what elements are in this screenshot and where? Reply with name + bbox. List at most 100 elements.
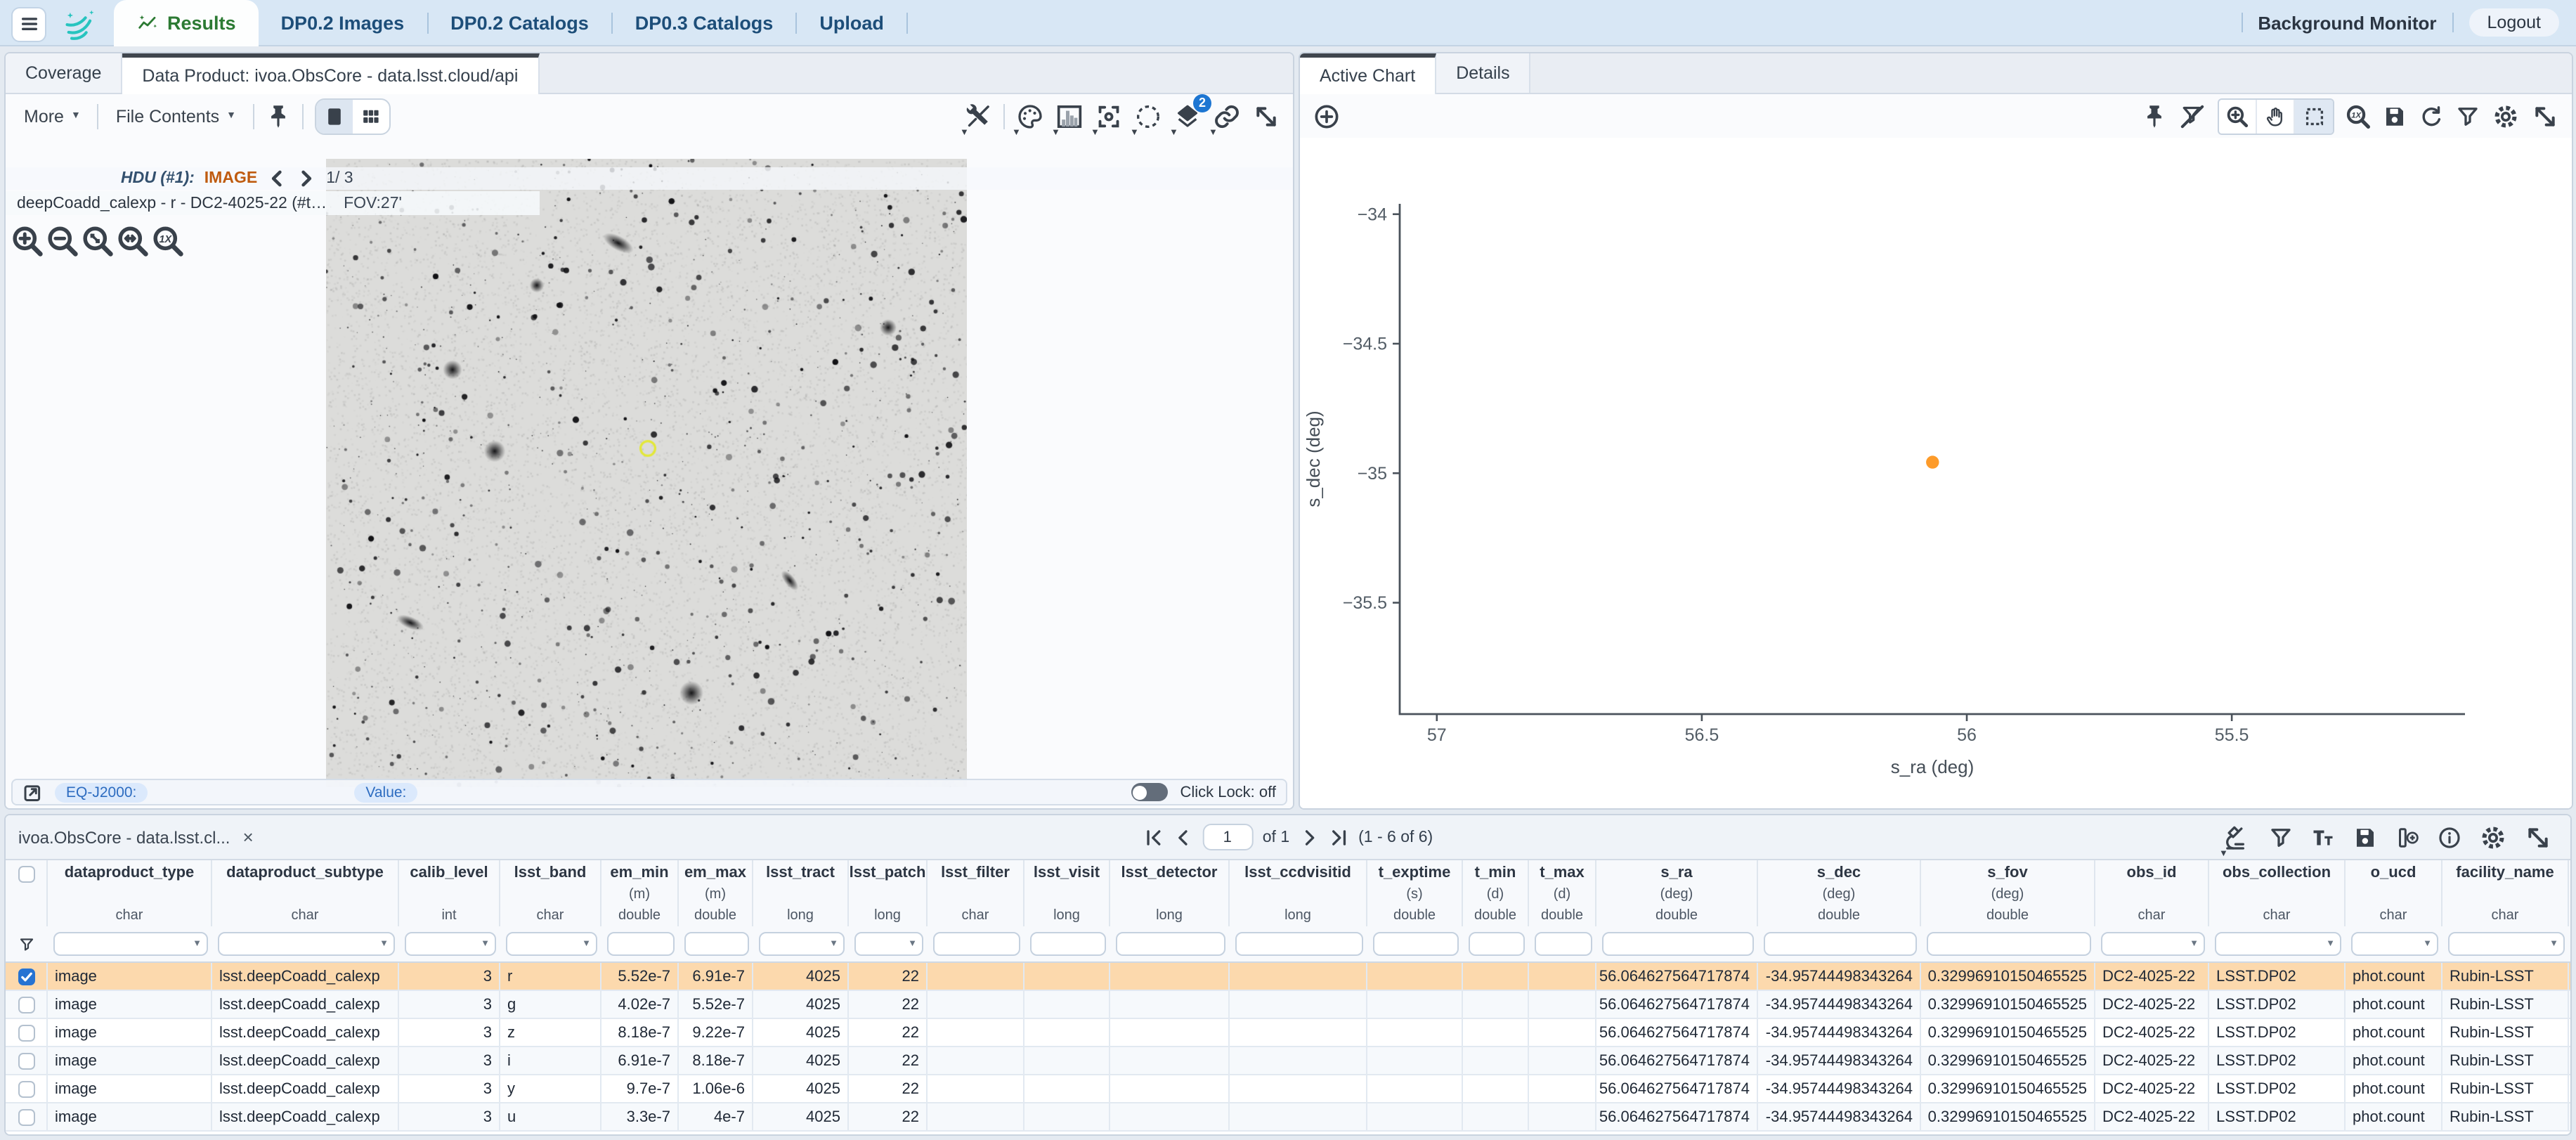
single-view-button[interactable] [316,99,353,133]
filter-input-facility_name[interactable]: ▼ [2447,932,2564,956]
table-settings-button[interactable] [2479,823,2507,851]
table-row[interactable]: image lsst.deepCoadd_calexp 3 r 5.52e-7 6.91e… [6,963,2570,991]
page-number-input[interactable] [1202,824,1253,850]
filter-input-calib_level[interactable]: ▼ [404,932,495,956]
expand-readout-icon[interactable] [22,782,42,802]
layers-button[interactable]: 2 [1173,102,1202,130]
logout-button[interactable]: Logout [2469,8,2559,37]
filter-input-lsst_ccdvisitid[interactable] [1235,932,1362,956]
column-header-t_min[interactable]: t_min (d) double [1463,860,1529,926]
stretch-button[interactable] [1055,102,1084,130]
filter-input-dataproduct_subtype[interactable]: ▼ [217,932,394,956]
column-header-lsst_filter[interactable]: lsst_filter char [928,860,1024,926]
column-header-lsst_patch[interactable]: lsst_patch long [849,860,928,926]
table-row[interactable]: image lsst.deepCoadd_calexp 3 z 8.18e-7 9.22e… [6,1019,2570,1047]
color-palette-button[interactable] [1016,102,1044,130]
filter-input-obs_id[interactable]: ▼ [2100,932,2204,956]
column-header-t_max[interactable]: t_max (d) double [1529,860,1596,926]
tab-coverage[interactable]: Coverage [6,53,122,93]
column-header-s_ra[interactable]: s_ra (deg) double [1596,860,1758,926]
column-header-dataproduct_type[interactable]: dataproduct_type char [48,860,212,926]
table-row[interactable]: image lsst.deepCoadd_calexp 3 g 4.02e-7 5.52e… [6,991,2570,1019]
column-header-obs_collection[interactable]: obs_collection char [2209,860,2346,926]
data-inspector-button[interactable] [2223,823,2251,851]
filter-input-o_ucd[interactable]: ▼ [2350,932,2438,956]
zoom-in-button[interactable] [11,225,44,257]
row-checkbox[interactable] [6,1047,48,1074]
filter-input-t_min[interactable] [1468,932,1524,956]
menu-button[interactable] [11,6,46,41]
filter-input-em_min[interactable] [606,932,674,956]
filter-input-s_fov[interactable] [1926,932,2090,956]
file-contents-dropdown[interactable]: File Contents ▼ [110,106,242,126]
save-table-button[interactable] [2353,824,2378,850]
filter-input-lsst_detector[interactable] [1115,932,1225,956]
zoom-fill-button[interactable] [117,225,149,257]
tab-active-chart[interactable]: Active Chart [1300,53,1436,94]
filter-input-lsst_band[interactable]: ▼ [505,932,597,956]
column-header-em_max[interactable]: em_max (m) double [679,860,753,926]
chart-zoom-button[interactable] [2219,99,2257,133]
column-header-s_fov[interactable]: s_fov (deg) double [1921,860,2095,926]
first-page-button[interactable] [1143,827,1163,847]
table-row[interactable]: image lsst.deepCoadd_calexp 3 y 9.7e-7 1.06e-… [6,1075,2570,1103]
chart-select-button[interactable] [2295,99,2333,133]
table-tab[interactable]: ivoa.ObsCore - data.lsst.cl... × [18,827,254,848]
select-all-checkbox[interactable] [6,860,48,926]
column-header-facility_name[interactable]: facility_name char [2442,860,2569,926]
filter-input-lsst_tract[interactable]: ▼ [758,932,844,956]
column-header-lsst_ccdvisitid[interactable]: lsst_ccdvisitid long [1230,860,1367,926]
scatter-plot[interactable]: 57 56.5 56 55.5 −34 −34.5 −35 −35.5 s_ra (deg) s_… [1300,138,2572,808]
more-dropdown[interactable]: More ▼ [18,106,86,126]
add-chart-button[interactable] [1313,102,1341,130]
filter-input-em_max[interactable] [684,932,748,956]
tab-data-product[interactable]: Data Product: ivoa.ObsCore - data.lsst.c… [122,53,539,94]
row-checkbox[interactable] [6,1075,48,1102]
last-page-button[interactable] [1329,827,1348,847]
filter-input-t_exptime[interactable] [1372,932,1458,956]
next-page-button[interactable] [1299,827,1319,847]
prev-hdu-button[interactable] [267,169,287,188]
filter-input-lsst_filter[interactable] [932,932,1020,956]
prev-page-button[interactable] [1173,827,1192,847]
column-header-o_ucd[interactable]: o_ucd char [2346,860,2442,926]
filter-input-lsst_visit[interactable] [1029,932,1105,956]
row-checkbox[interactable] [6,1019,48,1046]
expand-chart-button[interactable] [2531,102,2559,130]
close-icon[interactable]: × [242,827,253,848]
chart-zoom-original-button[interactable]: 1X [2346,103,2371,129]
tab-dp02-catalogs[interactable]: DP0.2 Catalogs [428,0,611,46]
filter-input-lsst_patch[interactable]: ▼ [854,932,923,956]
click-lock-toggle[interactable] [1131,783,1167,801]
pin-button[interactable] [266,103,291,129]
tab-details[interactable]: Details [1436,53,1530,93]
firefly-logo-icon[interactable] [60,6,100,42]
restore-chart-button[interactable] [2419,103,2444,129]
zoom-fit-button[interactable] [82,225,114,257]
filter-input-obs_collection[interactable]: ▼ [2214,932,2341,956]
zoom-1x-button[interactable]: 1X [152,225,184,257]
table-filter-button[interactable] [2268,824,2294,850]
row-checkbox[interactable] [6,1103,48,1130]
column-header-t_exptime[interactable]: t_exptime (s) double [1367,860,1463,926]
table-row[interactable]: image lsst.deepCoadd_calexp 3 i 6.91e-7 8.18e… [6,1047,2570,1075]
row-checkbox[interactable] [6,991,48,1018]
chart-settings-button[interactable] [2492,102,2520,130]
row-checkbox[interactable] [6,963,48,990]
grid-view-button[interactable] [353,99,389,133]
expand-image-button[interactable] [1252,102,1280,130]
column-header-lsst_visit[interactable]: lsst_visit long [1024,860,1110,926]
column-header-obs_id[interactable]: obs_id char [2095,860,2209,926]
column-header-em_min[interactable]: em_min (m) double [601,860,679,926]
expand-table-button[interactable] [2524,823,2552,851]
save-chart-button[interactable] [2382,103,2407,129]
filter-input-t_max[interactable] [1534,932,1592,956]
add-column-button[interactable] [2395,824,2420,850]
wcs-link-button[interactable] [1213,102,1241,130]
text-view-button[interactable] [2310,824,2336,850]
column-header-lsst_detector[interactable]: lsst_detector long [1110,860,1230,926]
table-info-button[interactable] [2437,824,2462,850]
column-header-lsst_tract[interactable]: lsst_tract long [753,860,849,926]
filter-input-s_ra[interactable] [1601,932,1753,956]
column-header-calib_level[interactable]: calib_level int [399,860,500,926]
